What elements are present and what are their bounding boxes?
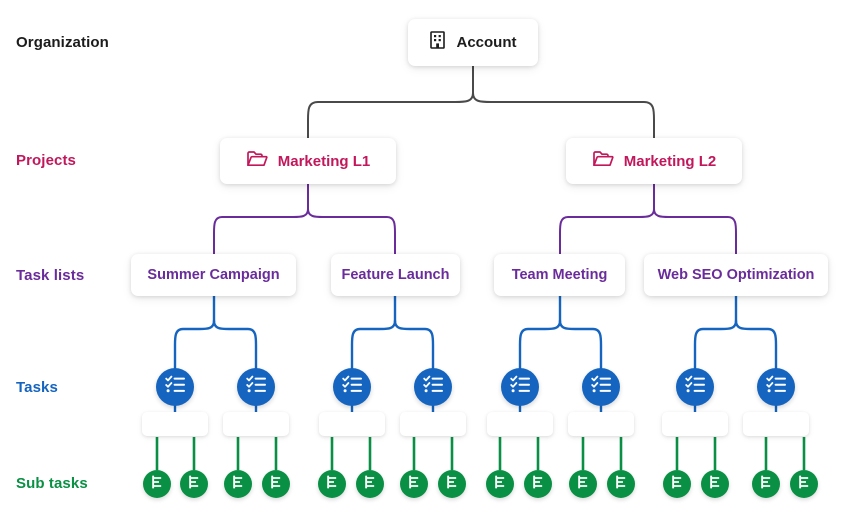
subtask-icon (613, 474, 629, 495)
sub-task-node[interactable] (262, 470, 290, 498)
sub-task-node[interactable] (356, 470, 384, 498)
task-bracket-box (223, 412, 289, 436)
task-bracket-box (487, 412, 553, 436)
task-node[interactable] (237, 368, 275, 406)
subtask-icon (406, 474, 422, 495)
account-node[interactable]: Account (408, 19, 538, 66)
checklist-icon (590, 374, 612, 400)
task-list-label: Summer Campaign (147, 267, 280, 283)
sub-task-node[interactable] (400, 470, 428, 498)
task-node[interactable] (414, 368, 452, 406)
project-node-marketing-l2[interactable]: Marketing L2 (566, 138, 742, 184)
task-list-node-web-seo-optimization[interactable]: Web SEO Optimization (644, 254, 828, 296)
row-label-sub-tasks: Sub tasks (16, 475, 88, 492)
subtask-icon (444, 474, 460, 495)
task-bracket-box (662, 412, 728, 436)
task-node[interactable] (757, 368, 795, 406)
project-label: Marketing L2 (623, 152, 717, 170)
row-label-task-lists: Task lists (16, 267, 85, 284)
folder-open-icon (246, 150, 268, 173)
row-label-organization: Organization (16, 34, 109, 51)
sub-task-node[interactable] (790, 470, 818, 498)
checklist-icon (341, 374, 363, 400)
sub-task-node[interactable] (318, 470, 346, 498)
task-bracket-box (142, 412, 208, 436)
subtask-icon (530, 474, 546, 495)
subtask-icon (669, 474, 685, 495)
task-node[interactable] (156, 368, 194, 406)
sub-task-node[interactable] (524, 470, 552, 498)
checklist-icon (422, 374, 444, 400)
checklist-icon (245, 374, 267, 400)
task-node[interactable] (333, 368, 371, 406)
task-bracket-box (319, 412, 385, 436)
subtask-icon (707, 474, 723, 495)
row-label-projects: Projects (16, 152, 76, 169)
subtask-icon (758, 474, 774, 495)
subtask-icon (796, 474, 812, 495)
task-node[interactable] (501, 368, 539, 406)
project-label: Marketing L1 (277, 152, 371, 170)
task-bracket-box (743, 412, 809, 436)
project-node-marketing-l1[interactable]: Marketing L1 (220, 138, 396, 184)
sub-task-node[interactable] (486, 470, 514, 498)
subtask-icon (324, 474, 340, 495)
subtask-icon (268, 474, 284, 495)
sub-task-node[interactable] (607, 470, 635, 498)
sub-task-node[interactable] (569, 470, 597, 498)
subtask-icon (575, 474, 591, 495)
task-list-node-team-meeting[interactable]: Team Meeting (494, 254, 625, 296)
sub-task-node[interactable] (438, 470, 466, 498)
checklist-icon (684, 374, 706, 400)
subtask-icon (149, 474, 165, 495)
sub-task-node[interactable] (701, 470, 729, 498)
subtask-icon (492, 474, 508, 495)
subtask-icon (230, 474, 246, 495)
task-node[interactable] (582, 368, 620, 406)
account-label: Account (456, 34, 517, 51)
task-list-label: Team Meeting (511, 267, 608, 283)
sub-task-node[interactable] (752, 470, 780, 498)
task-list-label: Feature Launch (341, 267, 450, 283)
task-bracket-box (400, 412, 466, 436)
sub-task-node[interactable] (224, 470, 252, 498)
task-node[interactable] (676, 368, 714, 406)
task-bracket-box (568, 412, 634, 436)
folder-open-icon (592, 150, 614, 173)
task-list-node-summer-campaign[interactable]: Summer Campaign (131, 254, 296, 296)
building-icon (429, 31, 447, 54)
sub-task-node[interactable] (143, 470, 171, 498)
sub-task-node[interactable] (663, 470, 691, 498)
task-list-label: Web SEO Optimization (657, 267, 815, 283)
task-list-node-feature-launch[interactable]: Feature Launch (331, 254, 460, 296)
row-label-tasks: Tasks (16, 379, 58, 396)
hierarchy-diagram: Organization Projects Task lists Tasks S… (0, 0, 842, 518)
subtask-icon (362, 474, 378, 495)
checklist-icon (509, 374, 531, 400)
subtask-icon (186, 474, 202, 495)
checklist-icon (765, 374, 787, 400)
sub-task-node[interactable] (180, 470, 208, 498)
checklist-icon (164, 374, 186, 400)
